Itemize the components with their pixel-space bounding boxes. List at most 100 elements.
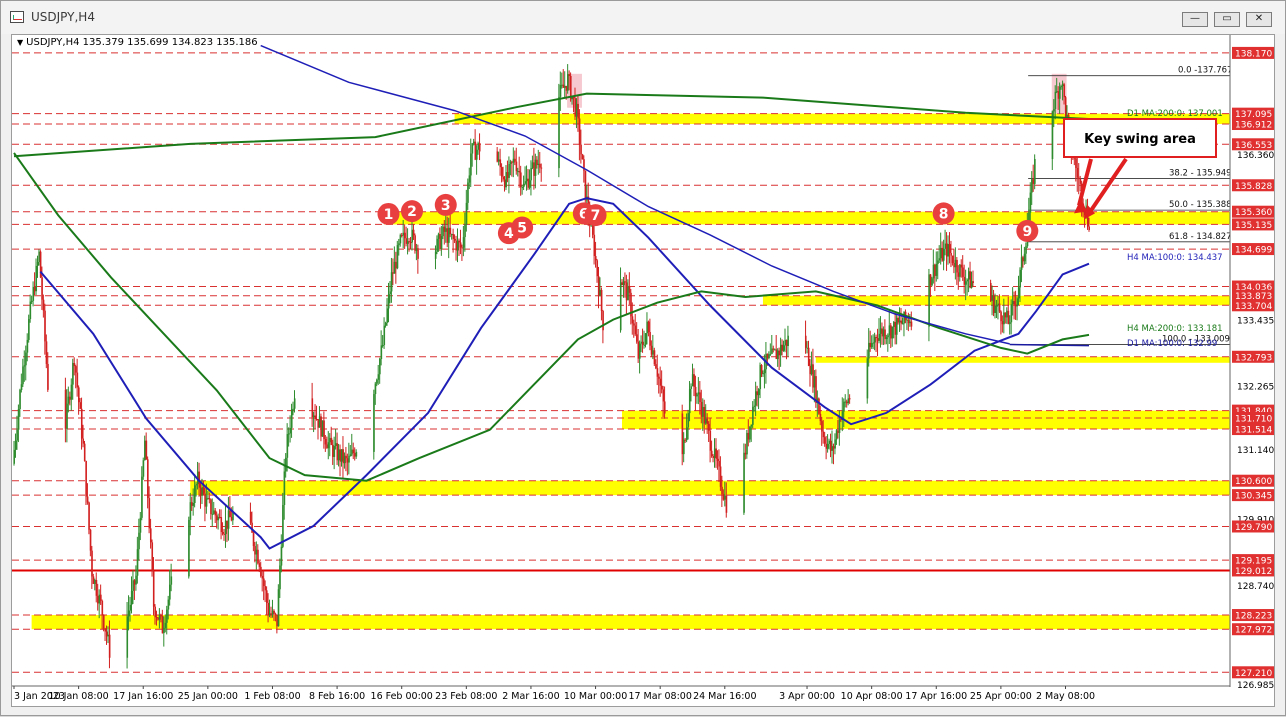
price-tag-label: 127.972: [1235, 626, 1272, 636]
candle-body: [102, 615, 105, 629]
candle-body: [379, 359, 381, 375]
candle-body: [72, 362, 74, 385]
candle-body: [392, 272, 394, 274]
candle-body: [1000, 311, 1002, 322]
candle-body: [641, 341, 644, 345]
candle-body: [774, 349, 776, 351]
candle-body: [869, 342, 872, 348]
candle-body: [900, 320, 903, 324]
candle-body: [558, 96, 560, 169]
candle-body: [434, 251, 437, 259]
candle-body: [89, 529, 92, 551]
candle-body: [785, 339, 788, 347]
candle-body: [280, 546, 283, 566]
candle-body: [496, 151, 499, 162]
candle-body: [169, 584, 171, 600]
candle-body: [829, 440, 832, 451]
candle-body: [64, 389, 67, 429]
time-tick-label: 23 Feb 08:00: [435, 691, 497, 702]
candle-body: [722, 494, 725, 500]
candle-body: [33, 286, 36, 292]
candle-body: [746, 432, 748, 455]
candle-body: [878, 333, 880, 341]
candle-body: [929, 274, 932, 286]
candle-body: [509, 161, 512, 164]
candle-body: [580, 144, 582, 155]
candle-body: [956, 259, 958, 273]
candle-body: [86, 496, 89, 503]
candle-body: [252, 532, 255, 547]
candle-body: [473, 141, 475, 144]
candle-body: [1013, 301, 1016, 305]
candle-body: [445, 228, 447, 232]
candle-body: [1079, 179, 1082, 184]
candle-body: [345, 455, 347, 459]
candle-body: [894, 321, 897, 335]
candle-body: [76, 372, 79, 388]
candle-body: [521, 187, 524, 189]
candle-body: [277, 589, 280, 627]
candle-body: [451, 234, 453, 236]
candle-body: [315, 418, 318, 420]
candle-body: [868, 342, 870, 359]
candle-body: [766, 353, 769, 359]
collapse-arrow-icon[interactable]: ▼: [17, 38, 23, 47]
candle-body: [568, 74, 571, 76]
candle-body: [455, 240, 458, 251]
candle-body: [846, 401, 848, 404]
candle-body: [67, 396, 70, 404]
candle-body: [314, 415, 317, 419]
candle-body: [149, 528, 152, 543]
candle-body: [478, 143, 481, 152]
support-resistance-zone: [621, 410, 1230, 430]
candle-body: [31, 300, 33, 302]
candle-body: [274, 613, 277, 616]
candle-body: [1012, 301, 1014, 305]
candle-body: [459, 242, 462, 248]
candle-body: [376, 379, 378, 384]
price-tag-label: 131.710: [1235, 414, 1272, 424]
price-tick-label: 126.985: [1237, 681, 1274, 691]
candle-body: [402, 232, 405, 236]
candle-body: [602, 310, 604, 331]
candle-body: [531, 162, 534, 169]
candle-body: [346, 458, 349, 463]
time-tick-label: 17 Jan 16:00: [113, 691, 173, 702]
candle-body: [953, 262, 955, 268]
candle-body: [352, 449, 355, 454]
candle-body: [937, 260, 939, 265]
candle-body: [624, 281, 626, 283]
candle-body: [511, 161, 513, 163]
candle-body: [826, 443, 829, 449]
candle-body: [289, 427, 292, 434]
candle-body: [214, 510, 217, 516]
candle-body: [966, 279, 969, 282]
candle-body: [374, 383, 377, 395]
candle-body: [348, 455, 350, 463]
candle-body: [199, 487, 202, 496]
candle-body: [969, 271, 972, 288]
candle-body: [719, 466, 722, 487]
candle-body: [1010, 304, 1013, 323]
price-chart[interactable]: 0.0 -137.767 38.2 - 135.949 50.0 - 135.388…: [1, 1, 1286, 717]
candle-body: [401, 235, 403, 237]
candle-body: [502, 176, 505, 180]
candle-body: [45, 341, 48, 364]
candle-body: [887, 335, 889, 338]
ma-label: D1 MA:100:0: 132.99: [1127, 339, 1217, 349]
candle-body: [499, 159, 502, 168]
candle-body: [932, 264, 935, 279]
candle-body: [784, 339, 787, 346]
candle-body: [409, 241, 412, 243]
time-tick-label: 2 Mar 16:00: [502, 691, 559, 702]
candle-body: [756, 391, 759, 396]
candle-body: [771, 348, 773, 354]
candle-body: [477, 143, 480, 150]
candle-body: [938, 258, 941, 261]
candle-body: [684, 439, 687, 441]
price-tag-label: 135.828: [1235, 182, 1272, 192]
candle-body: [223, 533, 226, 535]
candle-body: [768, 354, 770, 359]
candle-body: [42, 299, 45, 311]
candle-body: [36, 262, 39, 266]
